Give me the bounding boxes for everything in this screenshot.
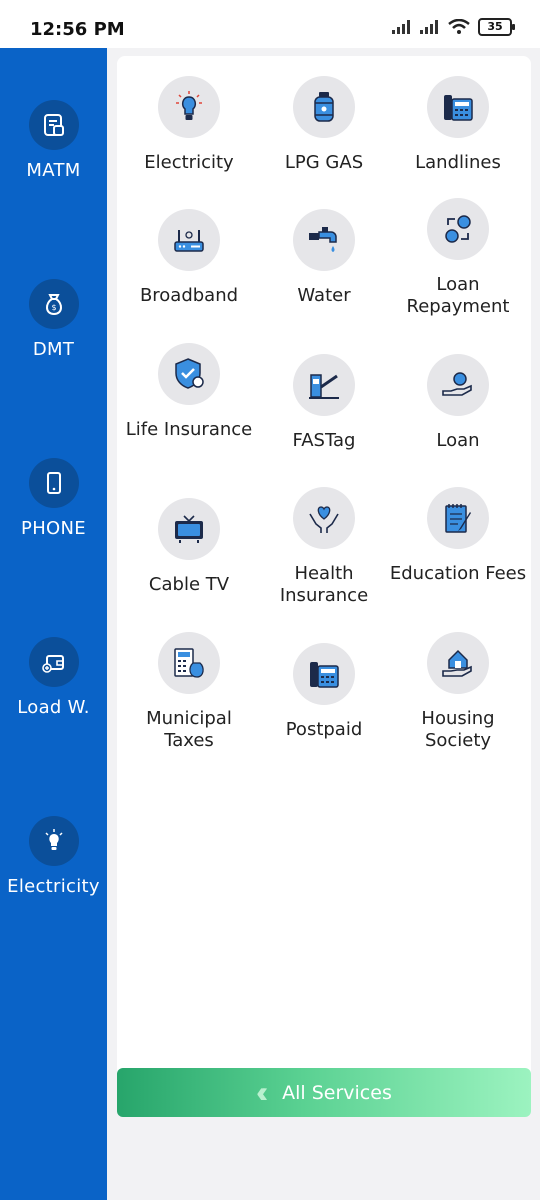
sidebar-item-phone[interactable]: PHONE (0, 458, 107, 539)
service-broadband[interactable]: Broadband (120, 209, 258, 307)
sidebar-item-dmt[interactable]: $ DMT (0, 279, 107, 360)
service-loan-repayment[interactable]: Loan Repayment (389, 198, 527, 318)
coin-exchange-icon (445, 215, 471, 243)
sidebar-item-electricity[interactable]: Electricity (0, 816, 107, 897)
service-label: Life Insurance (125, 419, 253, 440)
service-housing-society[interactable]: Housing Society (389, 632, 527, 752)
service-life-insurance[interactable]: Life Insurance (120, 343, 258, 441)
service-label: Education Fees (389, 563, 527, 584)
service-health-insurance[interactable]: Health Insurance (255, 487, 393, 607)
service-label: Loan Repayment (406, 274, 510, 317)
sidebar-item-label: Electricity (7, 876, 100, 897)
service-landlines[interactable]: Landlines (389, 76, 527, 174)
bulb-icon (176, 91, 202, 120)
wallet-icon (41, 655, 64, 673)
service-label: Health Insurance (279, 563, 369, 606)
service-cable-tv[interactable]: Cable TV (120, 498, 258, 596)
service-label: Postpaid (285, 719, 363, 740)
service-label: FASTag (292, 430, 356, 451)
tv-icon (175, 515, 203, 543)
status-time: 12:56 PM (30, 19, 125, 40)
service-education-fees[interactable]: Education Fees (389, 487, 527, 585)
notepad-pen-icon (445, 504, 471, 533)
battery-icon: 35 (478, 18, 515, 36)
status-bar: 12:56 PM 35 (0, 0, 540, 48)
service-lpg-gas[interactable]: LPG GAS (255, 76, 393, 174)
toll-gate-icon (309, 374, 339, 399)
desk-phone-icon (310, 662, 339, 688)
service-fastag[interactable]: FASTag (255, 354, 393, 452)
sidebar-item-matm[interactable]: MATM (0, 100, 107, 181)
gas-cylinder-icon (314, 92, 334, 122)
service-label: Loan (436, 430, 480, 451)
service-postpaid[interactable]: Postpaid (255, 643, 393, 741)
all-services-button[interactable]: ‹‹ All Services (117, 1068, 531, 1117)
service-label: Broadband (139, 285, 239, 306)
sidebar-item-label: MATM (26, 160, 81, 181)
service-label: LPG GAS (284, 152, 364, 173)
atm-card-icon (43, 114, 64, 136)
water-tap-icon (309, 227, 337, 252)
service-loan[interactable]: Loan (389, 354, 527, 452)
service-label: Housing Society (421, 708, 495, 751)
service-municipal-taxes[interactable]: Municipal Taxes (120, 632, 258, 752)
status-icons: 35 (392, 18, 515, 36)
signal-icon (392, 20, 410, 34)
service-water[interactable]: Water (255, 209, 393, 307)
service-electricity[interactable]: Electricity (120, 76, 258, 174)
hand-house-icon (442, 649, 472, 677)
shield-check-icon (175, 358, 204, 389)
all-services-label: All Services (282, 1081, 392, 1104)
svg-text:$: $ (51, 303, 56, 312)
sidebar-item-load-wallet[interactable]: Load W. (0, 637, 107, 718)
service-label: Landlines (415, 152, 501, 173)
services-panel: Electricity LPG GAS Landlines Broadband … (117, 56, 531, 1096)
sidebar-item-label: DMT (32, 339, 75, 360)
sidebar-item-label: PHONE (21, 518, 86, 539)
sidebar: MATM $ DMT PHONE Load W. Electricity (0, 48, 107, 1200)
phone-icon (46, 472, 61, 494)
hand-coin-icon (442, 372, 472, 396)
wifi-icon (448, 19, 470, 34)
router-icon (174, 230, 204, 252)
chevron-left-icon: ‹‹ (256, 1075, 268, 1109)
bulb-icon (44, 829, 63, 850)
calculator-bag-icon (174, 648, 204, 678)
sidebar-item-label: Load W. (17, 697, 90, 718)
money-bag-icon: $ (45, 294, 62, 316)
service-label: Cable TV (148, 574, 230, 595)
hands-heart-icon (309, 506, 339, 533)
service-label: Electricity (144, 152, 234, 173)
service-label: Water (297, 285, 351, 306)
service-label: Municipal Taxes (146, 708, 232, 751)
signal-icon-2 (420, 20, 438, 34)
landline-phone-icon (444, 95, 473, 121)
